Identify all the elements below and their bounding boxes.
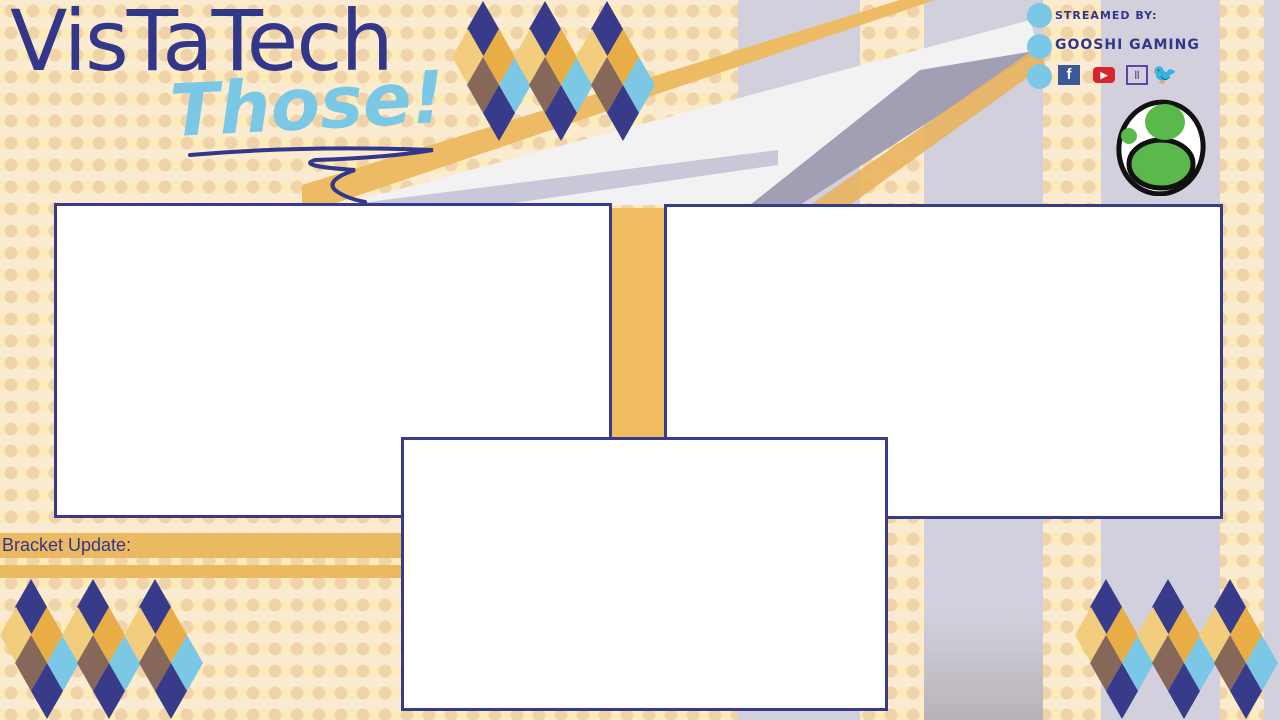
game-frame-center <box>401 437 888 711</box>
swirl-underline <box>188 146 434 204</box>
bullet-circle <box>1027 34 1052 59</box>
bullet-circle <box>1027 64 1052 89</box>
youtube-icon[interactable]: ▶ <box>1093 67 1115 83</box>
bracket-label: Bracket Update: <box>2 535 132 555</box>
brand-subtitle: Those! <box>167 54 447 154</box>
argyle-decoration <box>1075 579 1278 719</box>
twitter-icon[interactable]: 🐦 <box>1152 65 1177 85</box>
argyle-decoration <box>0 579 203 719</box>
streamer-name: GOOSHI GAMING <box>1055 37 1200 53</box>
streamed-by-label: STREAMED BY: <box>1055 9 1158 22</box>
argyle-decoration <box>452 1 655 141</box>
facebook-icon[interactable]: f <box>1058 65 1080 85</box>
bracket-bar-lower <box>0 565 401 578</box>
yoshi-egg-logo <box>1116 99 1206 196</box>
bullet-circle <box>1027 3 1052 28</box>
orange-connector <box>611 208 664 438</box>
twitch-icon[interactable]: || <box>1126 65 1148 85</box>
